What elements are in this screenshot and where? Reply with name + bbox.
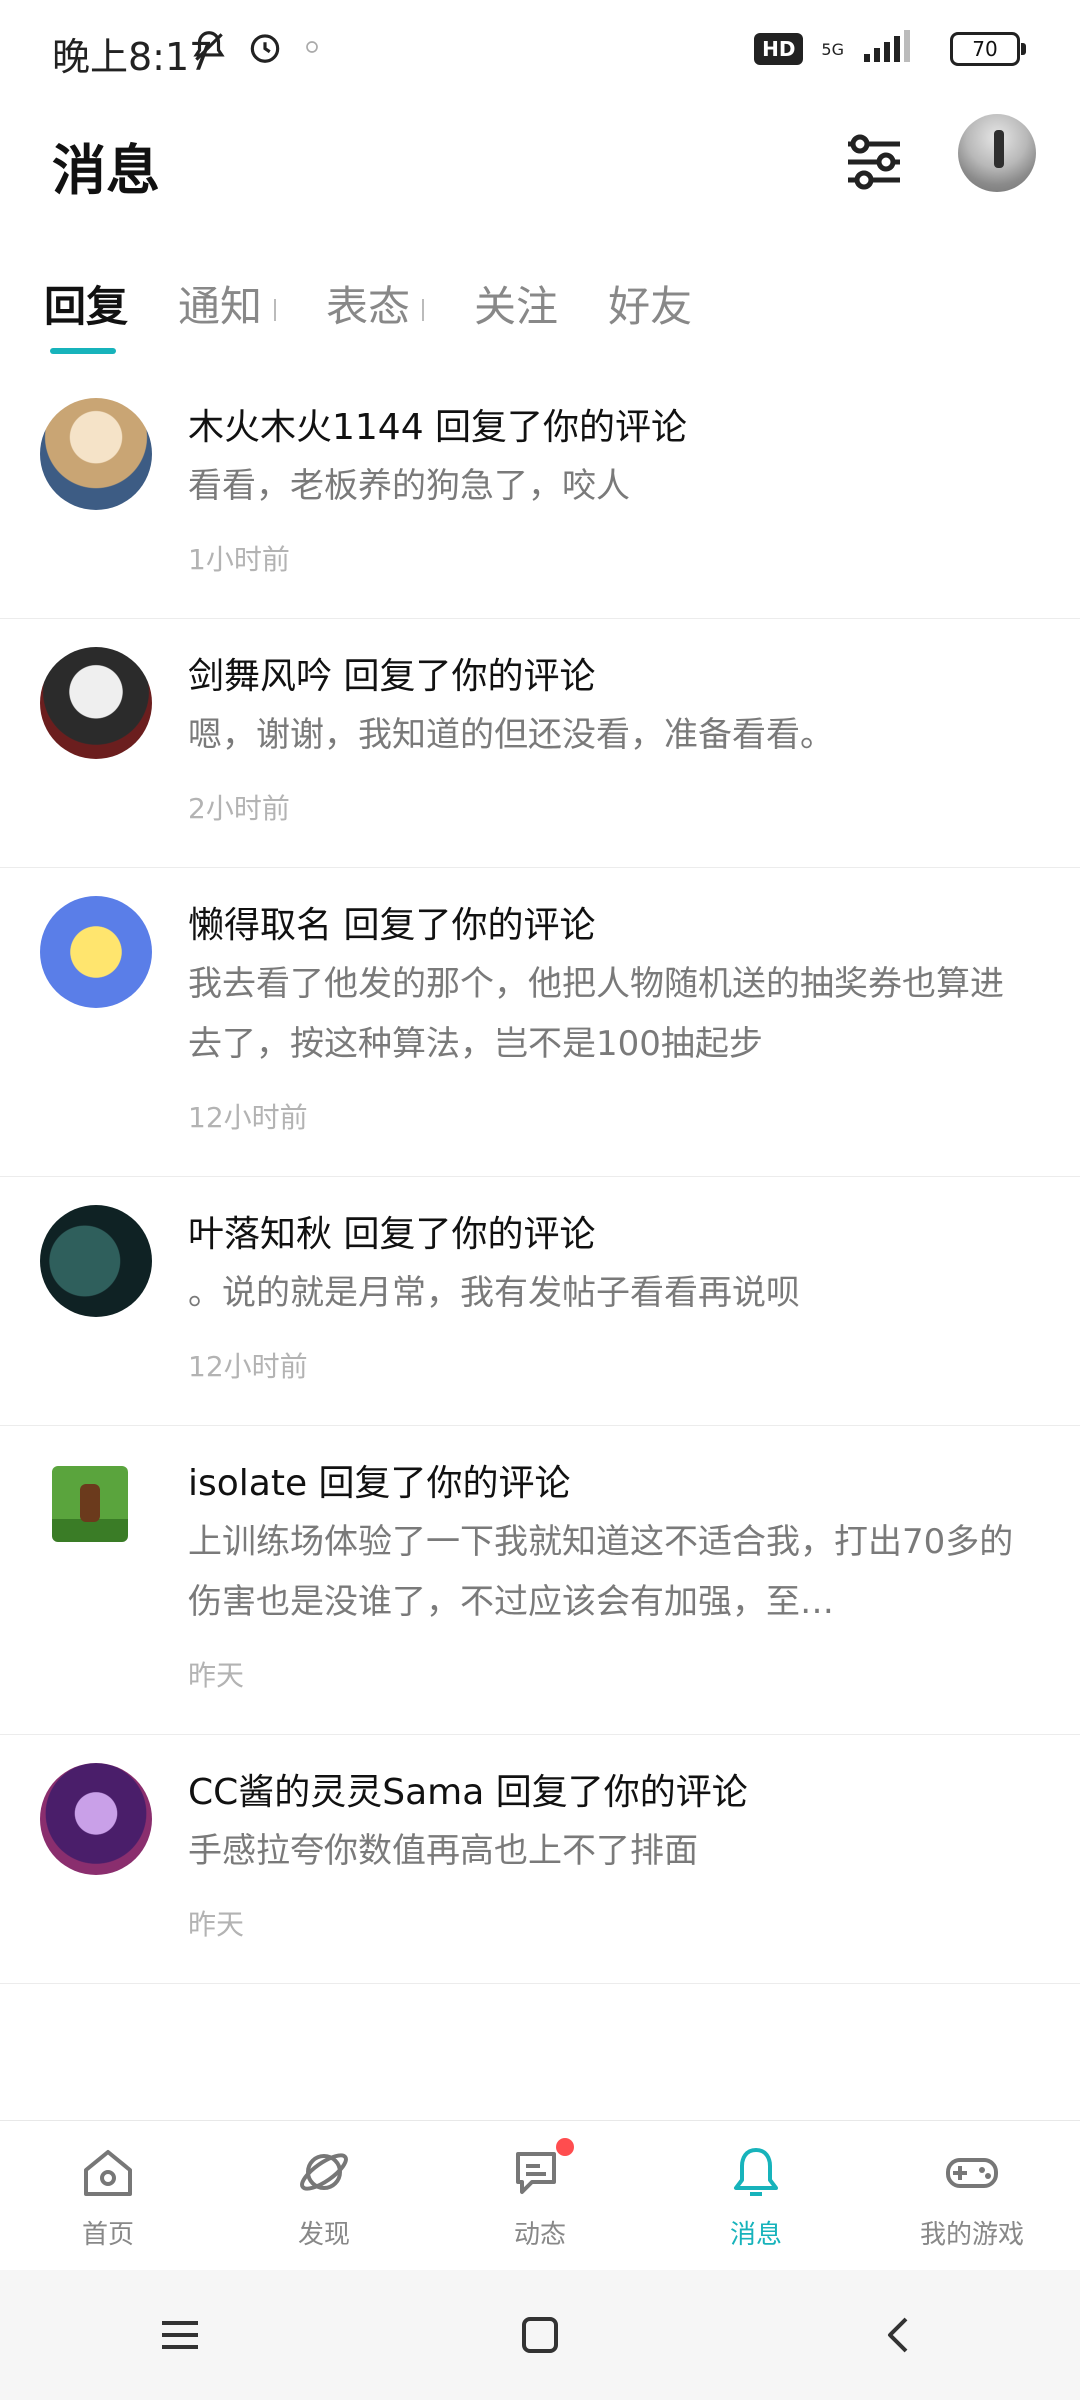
square-home-icon [522,2317,558,2353]
tab-reply[interactable]: 回复 [44,273,128,352]
message-tabs: 回复 通知 表态 关注 好友 [44,262,692,352]
message-item[interactable]: CC酱的灵灵Sama 回复了你的评论 手感拉夸你数值再高也上不了排面 昨天 [0,1735,1080,1984]
menu-button[interactable] [140,2295,220,2375]
tab-separator [274,298,277,321]
status-bar: 晚上8:17 HD 5G 70 [0,0,1080,100]
alarm-icon [246,28,284,70]
nav-discover[interactable]: 发现 [234,2142,414,2251]
menu-icon [162,2321,198,2349]
message-item[interactable]: 木火木火1144 回复了你的评论 看看，老板养的狗急了，咬人 1小时前 [0,370,1080,619]
avatar[interactable] [52,1466,128,1542]
message-item[interactable]: isolate 回复了你的评论 上训练场体验了一下我就知道这不适合我，打出70多… [0,1426,1080,1735]
message-time: 昨天 [188,1659,245,1692]
network-label: 5G [821,39,844,59]
nav-my-games-label: 我的游戏 [919,2219,1024,2250]
nav-discover-label: 发现 [297,2219,350,2250]
signal-icon [862,30,932,68]
active-tab-indicator [50,348,116,354]
hotspot-icon [302,37,322,61]
avatar[interactable] [40,1763,152,1875]
avatar[interactable] [40,896,152,1008]
sliders-icon [848,134,900,190]
nav-feed-label: 动态 [513,2219,566,2250]
tab-reaction-label: 表态 [326,282,411,331]
tab-separator [422,298,425,321]
back-arrow-icon [888,2317,908,2353]
message-title: 叶落知秋 回复了你的评论 [188,1214,596,1255]
message-text: 我去看了他发的那个，他把人物随机送的抽奖券也算进去了，按这种算法，岂不是100抽… [188,964,1004,1064]
avatar[interactable] [40,398,152,510]
notification-dot [556,2137,574,2156]
nav-messages[interactable]: 消息 [666,2142,846,2251]
bottom-navigation: 首页 发现 动态 消息 我的游戏 [0,2120,1080,2271]
message-title: 木火木火1144 回复了你的评论 [188,407,688,448]
tab-follow[interactable]: 关注 [474,273,558,352]
page-title: 消息 [52,139,160,202]
status-right-icons: HD 5G 70 [754,30,1026,68]
bell-icon [734,2147,778,2196]
filter-settings-button[interactable] [836,124,912,200]
status-left-icons [190,28,322,70]
message-text: 手感拉夸你数值再高也上不了排面 [188,1831,698,1871]
message-time: 12小时前 [188,1350,308,1383]
tab-friends-label: 好友 [608,282,693,331]
avatar[interactable] [40,1205,152,1317]
message-time: 12小时前 [188,1101,308,1134]
back-button[interactable] [860,2295,940,2375]
home-button[interactable] [500,2295,580,2375]
avatar-figure [994,130,1004,168]
tab-friends[interactable]: 好友 [608,273,692,352]
battery-icon: 70 [950,32,1026,66]
header: 消息 [0,100,1080,230]
message-item[interactable]: 懒得取名 回复了你的评论 我去看了他发的那个，他把人物随机送的抽奖券也算进去了，… [0,868,1080,1177]
message-list: 木火木火1144 回复了你的评论 看看，老板养的狗急了，咬人 1小时前 剑舞风吟… [0,370,1080,1984]
message-item[interactable]: 叶落知秋 回复了你的评论 。说的就是月常，我有发帖子看看再说呗 12小时前 [0,1177,1080,1426]
battery-level: 70 [972,37,998,61]
message-item[interactable]: 剑舞风吟 回复了你的评论 嗯，谢谢，我知道的但还没看，准备看看。 2小时前 [0,619,1080,868]
message-title: 懒得取名 回复了你的评论 [188,905,596,946]
message-time: 昨天 [188,1908,245,1941]
system-navigation-bar [0,2270,1080,2400]
tab-notify[interactable]: 通知 [178,273,277,352]
message-text: 嗯，谢谢，我知道的但还没看，准备看看。 [188,715,834,755]
message-text: 。说的就是月常，我有发帖子看看再说呗 [188,1273,800,1313]
message-time: 1小时前 [188,543,290,576]
nav-feed[interactable]: 动态 [450,2137,630,2251]
message-text: 上训练场体验了一下我就知道这不适合我，打出70多的伤害也是没谁了，不过应该会有加… [188,1522,1014,1622]
tab-follow-label: 关注 [474,282,559,331]
avatar[interactable] [40,647,152,759]
profile-avatar[interactable] [958,114,1036,192]
message-title: isolate 回复了你的评论 [188,1463,571,1504]
message-title: CC酱的灵灵Sama 回复了你的评论 [188,1772,748,1813]
home-icon [84,2149,132,2196]
nav-messages-label: 消息 [729,2219,782,2250]
gamepad-icon [946,2157,998,2188]
tab-notify-label: 通知 [178,282,263,331]
mute-icon [190,28,228,70]
planet-icon [300,2152,348,2191]
message-text: 看看，老板养的狗急了，咬人 [188,466,630,506]
message-title: 剑舞风吟 回复了你的评论 [188,656,596,697]
nav-my-games[interactable]: 我的游戏 [882,2142,1062,2251]
tab-reaction[interactable]: 表态 [326,273,425,352]
message-time: 2小时前 [188,792,290,825]
tab-reply-label: 回复 [44,282,129,331]
hd-badge: HD [754,33,804,65]
nav-home[interactable]: 首页 [18,2142,198,2251]
nav-home-label: 首页 [81,2219,134,2250]
